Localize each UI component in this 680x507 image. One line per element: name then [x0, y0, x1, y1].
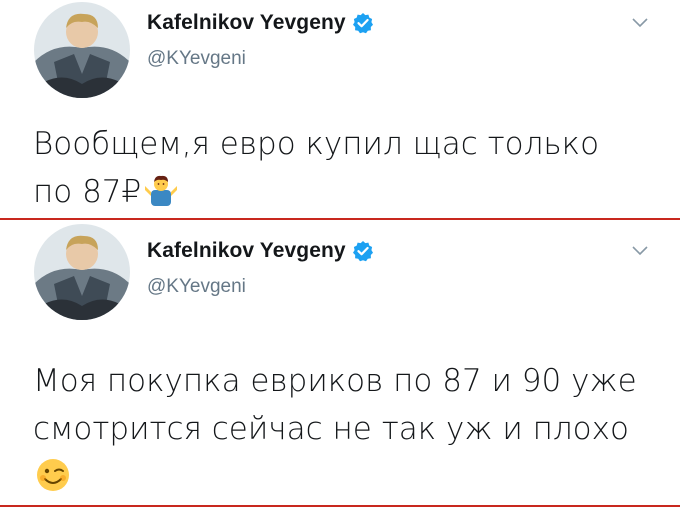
- chevron-down-icon[interactable]: [630, 244, 650, 258]
- avatar-image: [34, 224, 130, 320]
- tweet-text: Вообщем,я евро купил щас только по 87₽: [33, 120, 640, 216]
- tweet-text: Моя покупка евриков по 87 и 90 уже смотр…: [33, 357, 640, 501]
- person-shrugging-emoji: [143, 172, 179, 208]
- display-name[interactable]: Kafelnikov Yevgeny: [147, 11, 346, 35]
- author-row: Kafelnikov Yevgeny: [147, 239, 374, 263]
- chevron-down-icon[interactable]: [630, 16, 650, 30]
- user-handle[interactable]: @KYevgeni: [147, 48, 246, 70]
- author-row: Kafelnikov Yevgeny: [147, 11, 374, 35]
- tweet-body: Вообщем,я евро купил щас только по 87₽: [33, 126, 600, 210]
- avatar-image: [34, 2, 130, 98]
- display-name[interactable]: Kafelnikov Yevgeny: [147, 239, 346, 263]
- verified-badge-icon: [352, 240, 374, 262]
- user-handle[interactable]: @KYevgeni: [147, 276, 246, 298]
- tweet-card[interactable]: Kafelnikov Yevgeny @KYevgeni Моя покупка…: [0, 221, 680, 507]
- avatar[interactable]: [34, 2, 130, 98]
- verified-badge-icon: [352, 12, 374, 34]
- tweet-card[interactable]: Kafelnikov Yevgeny @KYevgeni Вообщем,я е…: [0, 0, 680, 218]
- avatar[interactable]: [34, 224, 130, 320]
- tweet-body: Моя покупка евриков по 87 и 90 уже смотр…: [33, 363, 637, 447]
- divider: [0, 218, 680, 220]
- winking-face-emoji: [35, 457, 71, 493]
